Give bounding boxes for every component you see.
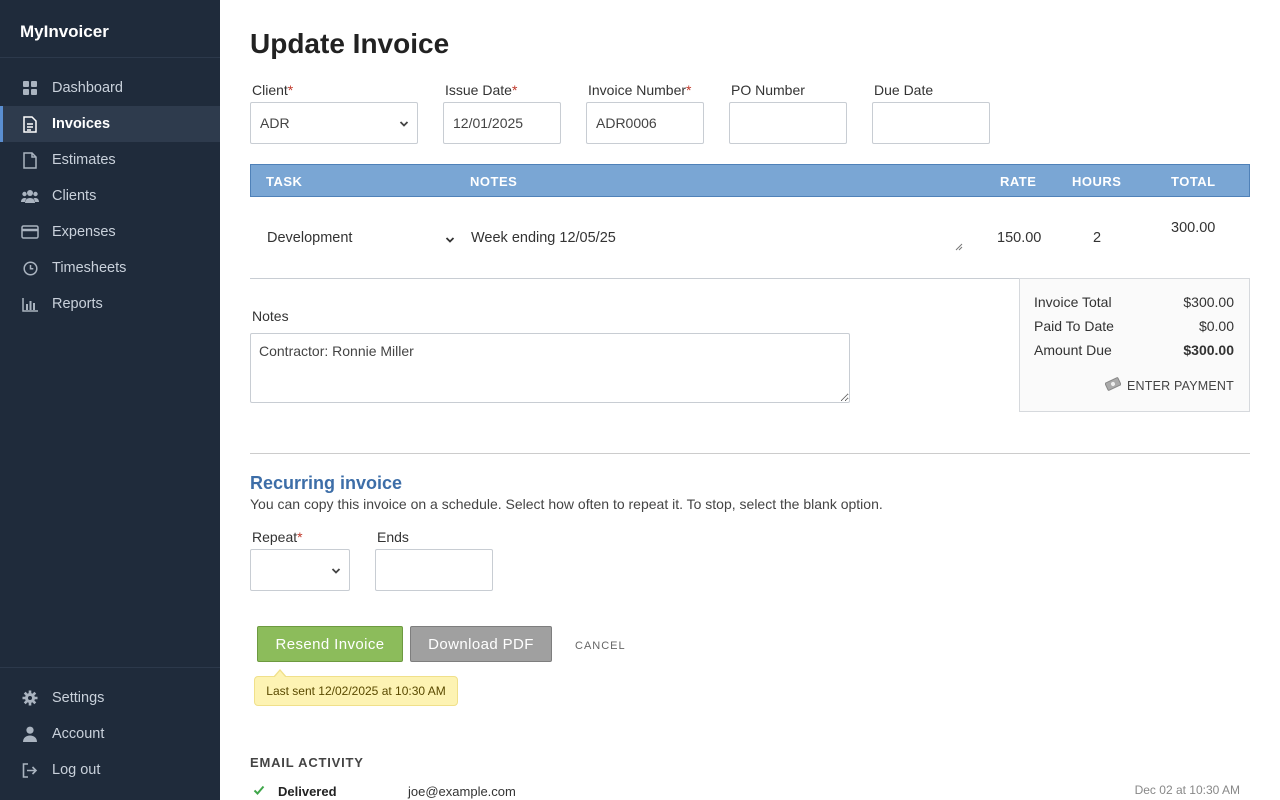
resend-invoice-button[interactable]: Resend Invoice xyxy=(257,626,403,662)
sidebar-item-label: Settings xyxy=(52,690,105,706)
money-icon xyxy=(1104,377,1122,394)
ends-input[interactable] xyxy=(375,549,493,591)
paid-to-date-value: $0.00 xyxy=(1198,318,1234,334)
page-title: Update Invoice xyxy=(250,28,450,59)
client-select-value: ADR xyxy=(260,115,290,131)
col-hours: HOURS xyxy=(1072,174,1122,189)
client-select[interactable]: ADR xyxy=(250,102,418,144)
invoice-number-input[interactable]: ADR0006 xyxy=(586,102,704,144)
issue-date-label: Issue Date* xyxy=(445,82,518,98)
sidebar-item-label: Dashboard xyxy=(52,80,123,96)
sidebar-item-account[interactable]: Account xyxy=(0,716,220,752)
col-task: TASK xyxy=(266,174,303,189)
sidebar-item-dashboard[interactable]: Dashboard xyxy=(0,70,220,106)
sidebar-item-label: Clients xyxy=(52,188,97,204)
email-address: joe@example.com xyxy=(408,784,516,799)
invoice-total-value: $300.00 xyxy=(1183,294,1234,310)
amount-due-value: $300.00 xyxy=(1183,342,1234,358)
totals-box: Invoice Total $300.00 Paid To Date $0.00… xyxy=(1019,278,1250,412)
sidebar-item-settings[interactable]: Settings xyxy=(0,680,220,716)
rate-input[interactable]: 150.00 xyxy=(997,230,1041,246)
line-total: 300.00 xyxy=(1171,220,1216,236)
paid-to-date-label: Paid To Date xyxy=(1034,318,1114,334)
amount-due-row: Amount Due $300.00 xyxy=(1034,342,1234,358)
sidebar-item-estimates[interactable]: Estimates xyxy=(0,142,220,178)
email-timestamp: Dec 02 at 10:30 AM xyxy=(1134,783,1240,797)
logout-icon xyxy=(20,760,40,780)
chevron-down-icon xyxy=(399,116,409,132)
task-select[interactable]: Development xyxy=(252,217,457,259)
dashboard-icon xyxy=(20,78,40,98)
notes-label: Notes xyxy=(252,308,289,324)
gear-icon xyxy=(20,688,40,708)
cancel-link[interactable]: CANCEL xyxy=(575,640,626,652)
download-pdf-button[interactable]: Download PDF xyxy=(410,626,552,662)
sidebar-item-clients[interactable]: Clients xyxy=(0,178,220,214)
line-items-header: TASK NOTES RATE HOURS TOTAL xyxy=(250,164,1250,197)
clock-icon xyxy=(20,258,40,278)
ends-label: Ends xyxy=(377,529,409,545)
invoice-total-row: Invoice Total $300.00 xyxy=(1034,294,1234,310)
sidebar-item-label: Account xyxy=(52,726,105,742)
line-notes-value: Week ending 12/05/25 xyxy=(471,230,616,246)
col-total: TOTAL xyxy=(1171,174,1216,189)
client-label: Client* xyxy=(252,82,294,98)
repeat-label: Repeat* xyxy=(252,529,303,545)
sidebar-item-label: Timesheets xyxy=(52,260,127,276)
estimate-icon xyxy=(20,150,40,170)
sidebar: MyInvoicer Dashboard Invoices Estimates … xyxy=(0,0,220,800)
sidebar-item-logout[interactable]: Log out xyxy=(0,752,220,788)
sidebar-item-label: Log out xyxy=(52,762,101,778)
sidebar-item-label: Estimates xyxy=(52,152,116,168)
chevron-down-icon xyxy=(445,233,455,249)
invoice-number-label: Invoice Number* xyxy=(588,82,692,98)
recurring-description: You can copy this invoice on a schedule.… xyxy=(250,496,883,512)
last-sent-tooltip: Last sent 12/02/2025 at 10:30 AM xyxy=(254,669,458,706)
notes-textarea[interactable]: Contractor: Ronnie Miller xyxy=(250,333,850,403)
amount-due-label: Amount Due xyxy=(1034,342,1112,358)
table-row: Development Week ending 12/05/25 150.00 … xyxy=(250,197,1250,279)
hours-input[interactable]: 2 xyxy=(1093,230,1101,246)
email-activity-title: EMAIL ACTIVITY xyxy=(250,755,364,770)
issue-date-input[interactable]: 12/01/2025 xyxy=(443,102,561,144)
sidebar-item-invoices[interactable]: Invoices xyxy=(0,106,220,142)
sidebar-item-expenses[interactable]: Expenses xyxy=(0,214,220,250)
sidebar-nav: Dashboard Invoices Estimates Clients Exp… xyxy=(0,70,220,322)
enter-payment-link[interactable]: ENTER PAYMENT xyxy=(1104,377,1234,394)
app-logo[interactable]: MyInvoicer xyxy=(0,0,220,58)
recurring-title: Recurring invoice xyxy=(250,473,403,493)
col-rate: RATE xyxy=(1000,174,1037,189)
email-status: Delivered xyxy=(278,784,337,799)
due-date-label: Due Date xyxy=(874,82,934,98)
col-notes: NOTES xyxy=(470,174,518,189)
repeat-select[interactable] xyxy=(250,549,350,591)
sidebar-item-timesheets[interactable]: Timesheets xyxy=(0,250,220,286)
sidebar-item-reports[interactable]: Reports xyxy=(0,286,220,322)
sidebar-item-label: Expenses xyxy=(52,224,116,240)
credit-card-icon xyxy=(20,222,40,242)
bar-chart-icon xyxy=(20,294,40,314)
invoice-icon xyxy=(20,114,40,134)
clients-icon xyxy=(20,186,40,206)
line-notes-input[interactable]: Week ending 12/05/25 xyxy=(463,215,965,257)
user-icon xyxy=(20,724,40,744)
resize-handle-icon[interactable] xyxy=(955,239,963,255)
section-divider xyxy=(250,453,1250,454)
chevron-down-icon xyxy=(331,563,341,579)
check-icon xyxy=(253,784,265,799)
sidebar-item-label: Reports xyxy=(52,296,103,312)
po-number-input[interactable] xyxy=(729,102,847,144)
sidebar-item-label: Invoices xyxy=(52,116,111,132)
paid-to-date-row: Paid To Date $0.00 xyxy=(1034,318,1234,334)
sidebar-bottom-nav: Settings Account Log out xyxy=(0,667,220,788)
task-select-value: Development xyxy=(267,230,353,246)
due-date-input[interactable] xyxy=(872,102,990,144)
po-number-label: PO Number xyxy=(731,82,805,98)
enter-payment-label: ENTER PAYMENT xyxy=(1126,378,1234,393)
invoice-total-label: Invoice Total xyxy=(1034,294,1112,310)
